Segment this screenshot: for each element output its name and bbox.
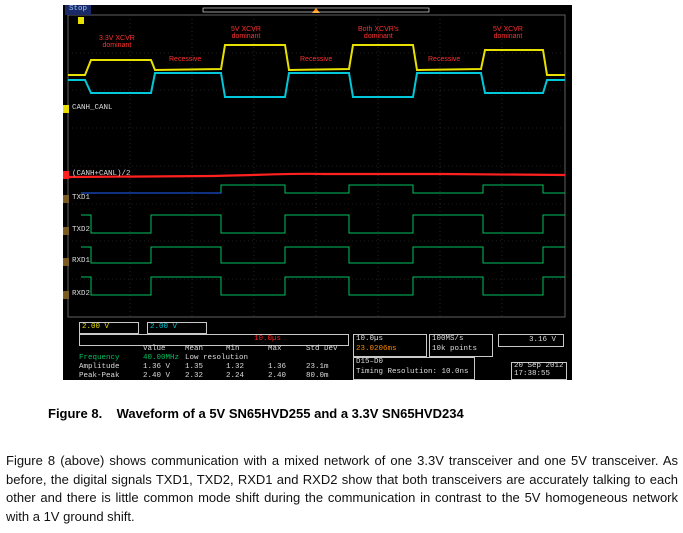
time: 17:38:55	[514, 370, 551, 378]
bus-state-6: Recessive	[428, 56, 461, 63]
label-txd2: TXD2	[72, 226, 91, 234]
meas-row-std: 80.0m	[306, 372, 329, 380]
label-common-mode: (CANH+CANL)/2	[72, 170, 131, 178]
trigger-level: 3.16 V	[529, 336, 557, 344]
meas-row-value: 1.36 V	[143, 363, 171, 371]
bus-state-2: Recessive	[169, 56, 202, 63]
datetime-readout: 20 Sep 2012 17:38:55	[511, 362, 567, 380]
meas-row-mean: 1.35	[185, 363, 204, 371]
bus-state-5: Both XCVR's dominant	[358, 26, 399, 40]
bus-state-4: Recessive	[300, 56, 333, 63]
timebase-readout[interactable]: 10.0µs 23.0206ms	[353, 334, 427, 357]
bus-state-1: 3.3V XCVR dominant	[99, 35, 135, 49]
record-length: 10k points	[432, 345, 478, 353]
meas-row-name: Peak-Peak	[79, 372, 120, 380]
ch1-scale-value: 2.00 V	[82, 323, 110, 331]
trigger-readout[interactable]: 3.16 V	[498, 334, 564, 347]
timebase-value: 10.0µs	[356, 335, 384, 343]
meas-header-std: Std Dev	[306, 345, 338, 353]
label-canh-canl: CANH_CANL	[72, 104, 113, 112]
body-paragraph: Figure 8 (above) shows communication wit…	[6, 453, 678, 524]
meas-header-max: Max	[268, 345, 282, 353]
meas-row-min: 1.32	[226, 363, 245, 371]
ch2-scale[interactable]: 2.00 V	[147, 322, 207, 334]
meas-header-mean: Mean	[185, 345, 204, 353]
meas-row-name: Amplitude	[79, 363, 120, 371]
meas-row-value: 2.40 V	[143, 372, 171, 380]
run-state[interactable]: Stop	[65, 5, 92, 15]
bus-state-7: 5V XCVR dominant	[493, 26, 523, 40]
meas-row-mean: 2.32	[185, 372, 204, 380]
meas-row-max: 2.40	[268, 372, 287, 380]
meas-header-value: Value	[143, 345, 166, 353]
meas-row-value: 40.00MHz	[143, 354, 180, 362]
bus-state-3: 5V XCVR dominant	[231, 26, 261, 40]
acquisition-readout[interactable]: 100MS/s 10k points	[429, 334, 493, 357]
oscilloscope-screen: Stop 3.3V XCVR dominant Recessive 5V XCV…	[63, 5, 572, 380]
ch1-scale[interactable]: 2.00 V	[79, 322, 139, 334]
timing-resolution: Timing Resolution: 10.0ns	[356, 368, 469, 376]
ch2-scale-value: 2.00 V	[150, 323, 178, 331]
digital-group: D15–D0	[356, 358, 384, 366]
label-rxd2: RXD2	[72, 290, 91, 298]
digital-readout[interactable]: D15–D0 Timing Resolution: 10.0ns	[353, 357, 475, 380]
label-txd1: TXD1	[72, 194, 91, 202]
meas-row-name: Frequency	[79, 354, 120, 362]
label-rxd1: RXD1	[72, 257, 91, 265]
figure-caption: Figure 8. Waveform of a 5V SN65HVD255 an…	[48, 406, 464, 421]
sample-rate: 100MS/s	[432, 335, 464, 343]
meas-row-max: 1.36	[268, 363, 287, 371]
trigger-position: 23.0206ms	[356, 345, 397, 353]
math-scale-value: 10.0µs	[254, 335, 282, 343]
meas-row-std: 23.1m	[306, 363, 329, 371]
meas-row-mean: Low resolution	[185, 354, 249, 362]
meas-row-min: 2.24	[226, 372, 245, 380]
meas-header-min: Min	[226, 345, 240, 353]
